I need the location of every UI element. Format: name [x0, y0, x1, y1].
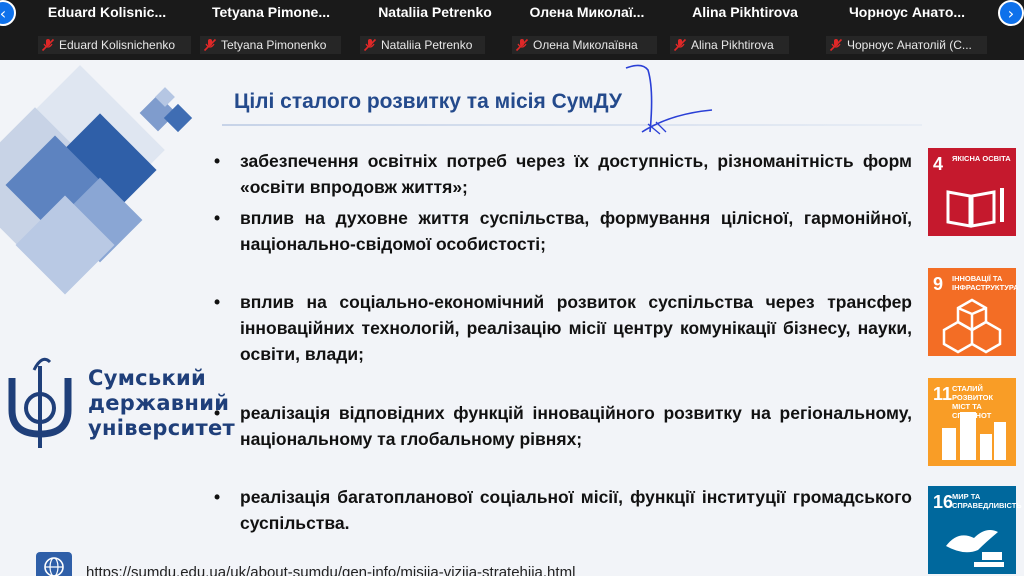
participant-tile-name: Tetyana Pimone... — [212, 4, 330, 20]
shared-slide: Цілі сталого розвитку та місія СумДУ • з… — [0, 60, 1024, 576]
participant-tile-name: Alina Pikhtirova — [692, 4, 798, 20]
participant-name-tag: Олена Миколаївна — [512, 36, 657, 54]
bullet-glyph: • — [214, 208, 221, 228]
bullet-glyph: • — [214, 151, 221, 171]
microphone-muted-icon — [363, 38, 377, 52]
participant-strip: ‹ Eduard Kolisnic... Eduard Kolisnichenk… — [0, 0, 1024, 60]
participant-tile[interactable]: Чорноус Анато... Чорноус Анатолій (С... — [826, 0, 992, 60]
bullet-text: вплив на духовне життя суспільства, форм… — [240, 208, 912, 254]
bullet-text: забезпечення освітніх потреб через їх до… — [240, 151, 912, 197]
sdg-tile-innovation-infrastructure: 9 ІННОВАЦІЇ ТА ІНФРАСТРУКТУРА — [928, 268, 1019, 356]
next-page-arrow-icon[interactable]: › — [998, 0, 1024, 26]
microphone-muted-icon — [515, 38, 529, 52]
participant-tile[interactable]: Олена Миколаї... Олена Миколаївна — [512, 0, 672, 60]
participant-tile[interactable]: Eduard Kolisnic... Eduard Kolisnichenko — [32, 0, 192, 60]
participant-tile[interactable]: Tetyana Pimone... Tetyana Pimonenko — [196, 0, 356, 60]
participant-tile-name: Чорноус Анато... — [848, 4, 966, 20]
bullet-glyph: • — [214, 292, 221, 312]
logo-line: Сумський — [88, 366, 207, 390]
participant-tag-label: Tetyana Pimonenko — [221, 38, 327, 52]
dove-gavel-icon — [946, 530, 1004, 567]
logo-line: державний — [88, 391, 230, 415]
participant-tag-label: Alina Pikhtirova — [691, 38, 774, 52]
bullet-text: вплив на соціально-економічний розвиток … — [240, 292, 912, 364]
participant-tile[interactable]: Alina Pikhtirova Alina Pikhtirova — [670, 0, 830, 60]
previous-page-arrow-icon[interactable]: ‹ — [0, 0, 16, 26]
bullet-glyph: • — [214, 487, 221, 507]
participant-tag-label: Nataliia Petrenko — [381, 38, 473, 52]
participant-tile-name: Nataliia Petrenko — [378, 4, 492, 20]
participant-name-tag: Tetyana Pimonenko — [200, 36, 341, 54]
sdg-tile-peace-justice: 16 МИР ТА СПРАВЕДЛИВІСТЬ — [928, 486, 1022, 574]
microphone-muted-icon — [41, 38, 55, 52]
sdg-tile-quality-education: 4 ЯКІСНА ОСВІТА — [928, 148, 1016, 236]
participant-tile[interactable]: Nataliia Petrenko Nataliia Petrenko — [360, 0, 520, 60]
university-logo-text: Сумський державний університет — [88, 366, 235, 441]
bullet-text: реалізація багатопланової соціальної міс… — [240, 487, 912, 533]
participant-tile-name: Олена Миколаї... — [529, 4, 645, 20]
participant-tag-label: Чорноус Анатолій (С... — [847, 38, 972, 52]
book-pencil-icon — [946, 188, 1004, 228]
microphone-muted-icon — [203, 38, 217, 52]
source-url-link[interactable]: https://sumdu.edu.ua/uk/about-sumdu/gen-… — [86, 564, 575, 576]
participant-name-tag: Чорноус Анатолій (С... — [826, 36, 987, 54]
participant-tag-label: Eduard Kolisnichenko — [59, 38, 176, 52]
slide-title: Цілі сталого розвитку та місія СумДУ — [234, 90, 622, 113]
participant-tile-name: Eduard Kolisnic... — [47, 4, 167, 20]
participant-name-tag: Nataliia Petrenko — [360, 36, 485, 54]
city-buildings-icon — [942, 412, 1006, 460]
title-divider — [222, 124, 922, 126]
sdg-tile-sustainable-cities: 11 СТАЛИЙ РОЗВИТОК МІСТ ТА СПІЛЬНОТ — [928, 378, 1016, 466]
participant-name-tag: Eduard Kolisnichenko — [38, 36, 191, 54]
logo-line: університет — [88, 416, 236, 440]
cubes-icon — [942, 298, 1002, 354]
pen-annotation-scribble — [625, 64, 713, 135]
microphone-muted-icon — [673, 38, 687, 52]
globe-icon — [36, 552, 72, 576]
microphone-muted-icon — [829, 38, 843, 52]
participant-name-tag: Alina Pikhtirova — [670, 36, 789, 54]
university-emblem-icon — [8, 357, 72, 448]
participant-tag-label: Олена Миколаївна — [533, 38, 638, 52]
bullet-text: реалізація відповідних функцій інновацій… — [240, 403, 912, 449]
decorative-diamonds — [0, 65, 193, 295]
